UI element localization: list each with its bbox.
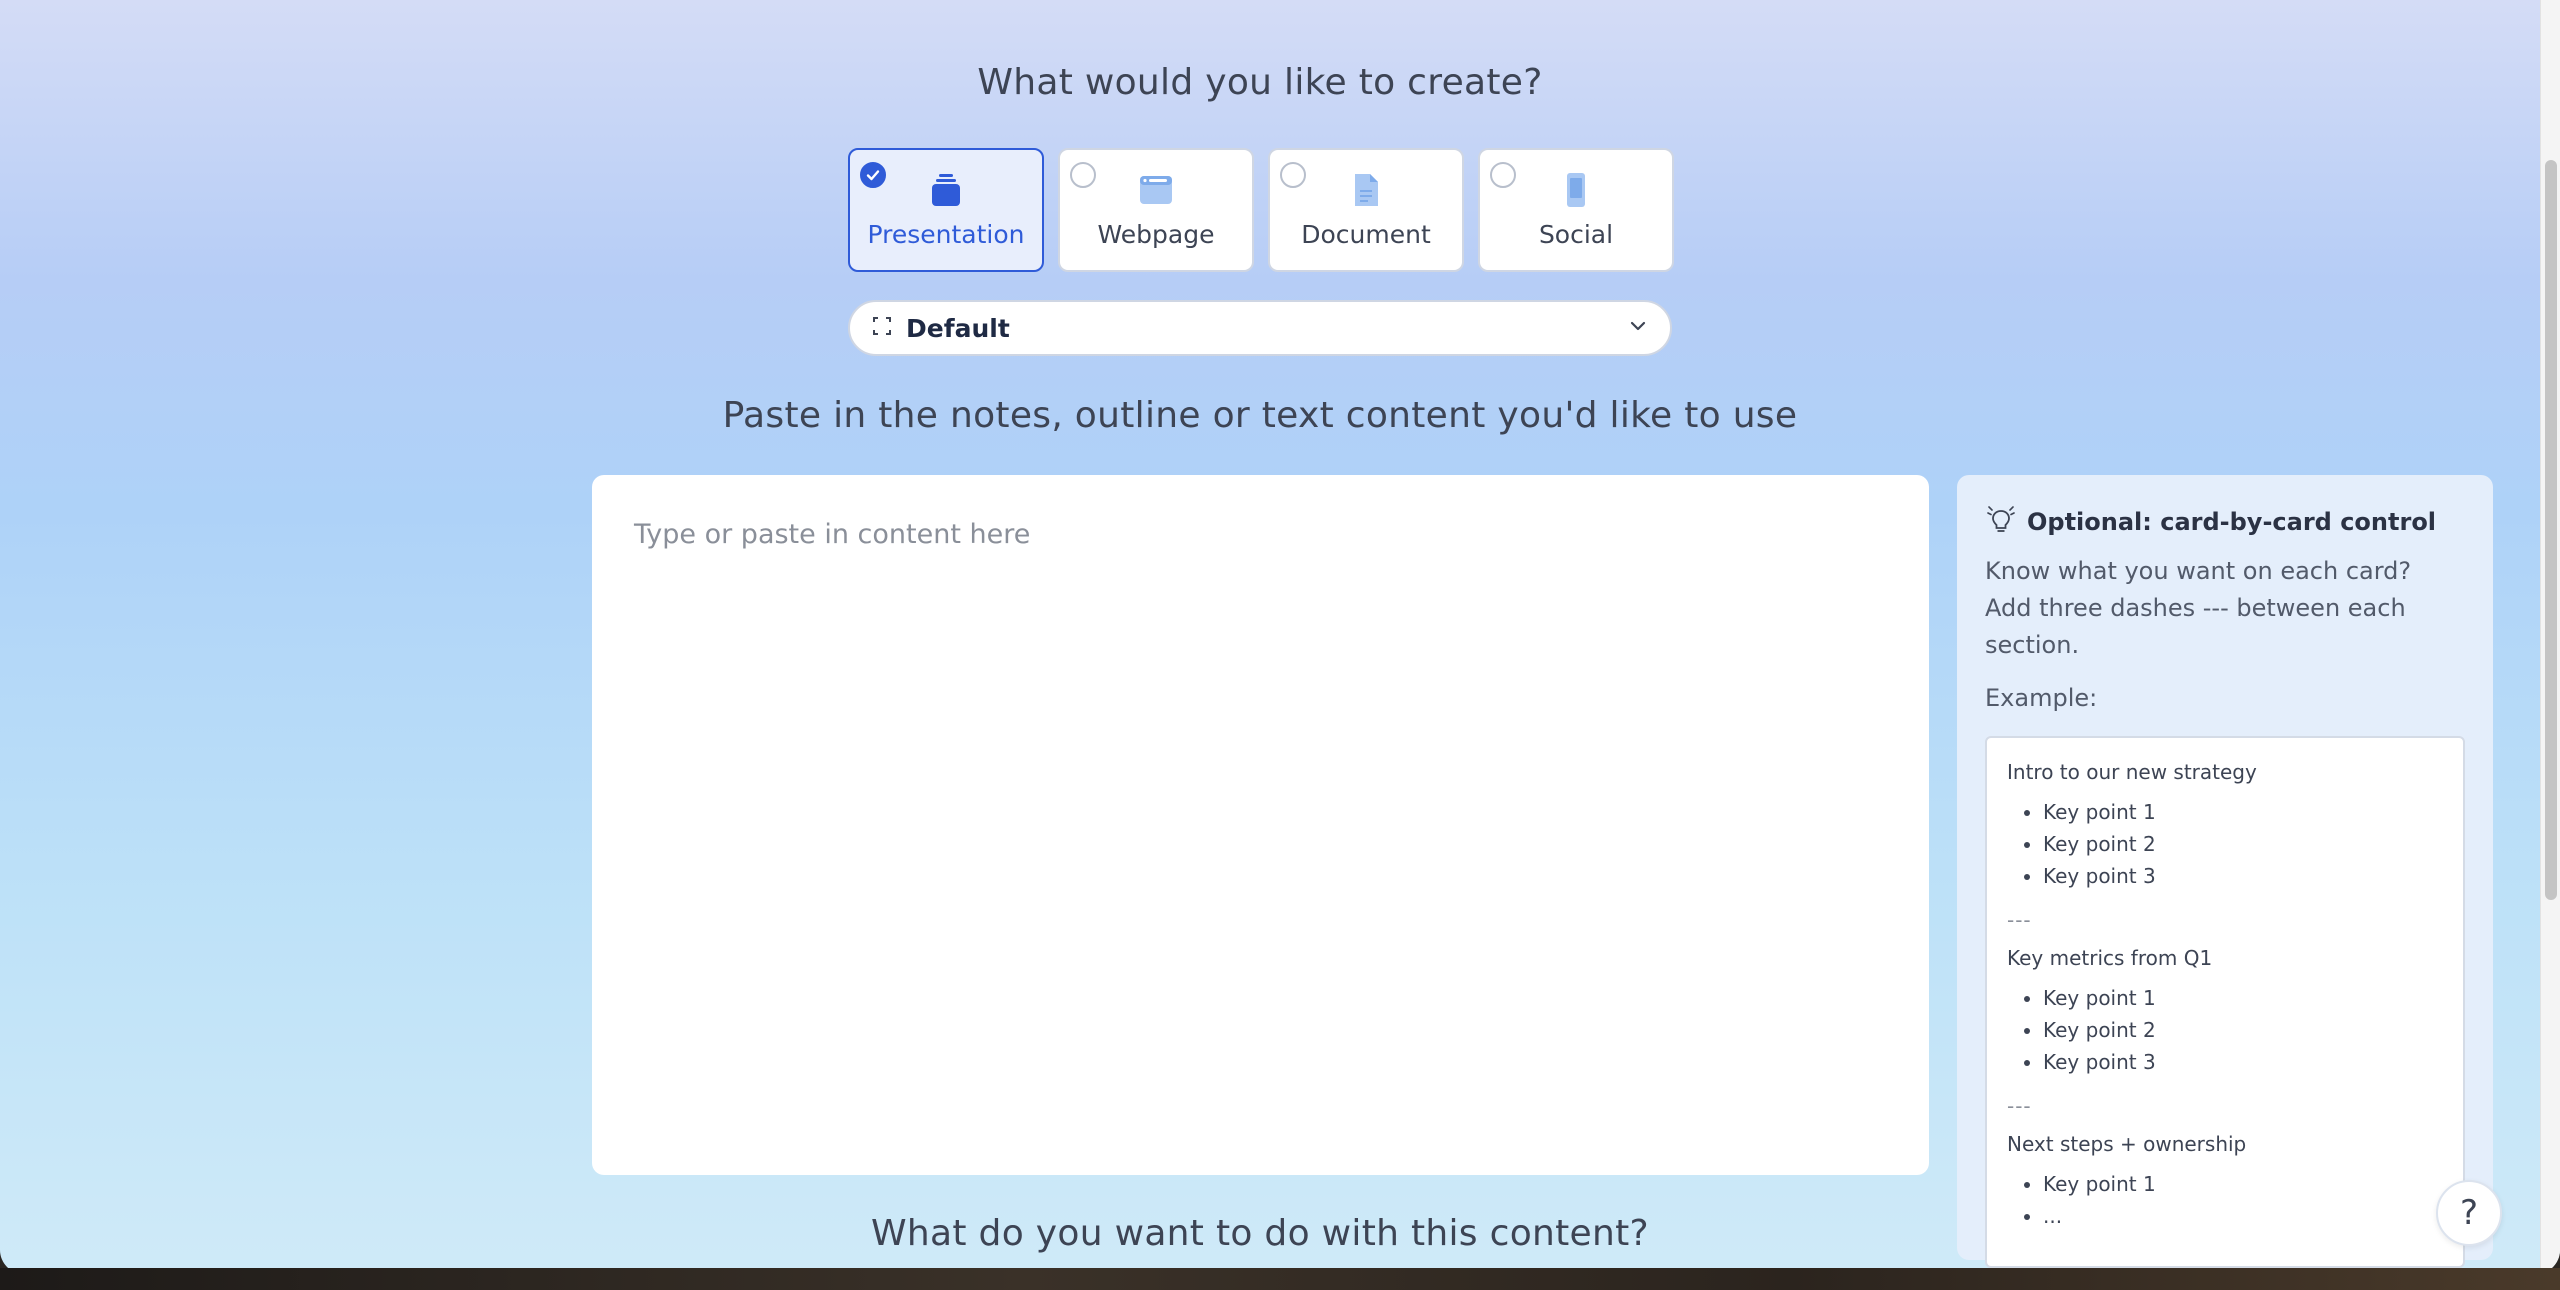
scrollbar-thumb[interactable] [2545, 160, 2557, 900]
tip-title: Optional: card-by-card control [2027, 508, 2437, 536]
next-section-title: What do you want to do with this content… [871, 1213, 1649, 1254]
example-separator: --- [2007, 908, 2032, 932]
desktop-background [0, 1268, 2560, 1290]
radio-unchecked-icon[interactable] [1280, 162, 1306, 188]
stack-cards-icon [926, 170, 966, 210]
example-section-title: Next steps + ownership [2007, 1132, 2247, 1156]
radio-unchecked-icon[interactable] [1070, 162, 1096, 188]
aspect-ratio-icon [872, 316, 892, 340]
app-window: What would you like to create? Presentat… [0, 0, 2560, 1274]
type-label: Presentation [867, 220, 1025, 249]
type-label: Webpage [1097, 220, 1215, 249]
list-item: Key point 1 [2043, 1168, 2443, 1200]
type-label: Document [1301, 220, 1431, 249]
page-title: What would you like to create? [977, 62, 1543, 103]
lightbulb-icon [1985, 505, 2017, 539]
radio-checked-icon[interactable] [860, 162, 886, 188]
document-icon [1346, 170, 1386, 210]
card-control-tip-panel: Optional: card-by-card control Know what… [1957, 475, 2493, 1268]
type-label: Social [1538, 220, 1614, 249]
example-label: Example: [1985, 684, 2098, 712]
content-editor [592, 475, 1929, 1175]
dropdown-value: Default [906, 313, 1010, 343]
list-item: Key point 3 [2043, 860, 2443, 892]
scrollbar[interactable] [2540, 0, 2560, 1274]
example-section-title: Key metrics from Q1 [2007, 946, 2213, 970]
radio-unchecked-icon[interactable] [1490, 162, 1516, 188]
tip-header: Optional: card-by-card control [1985, 505, 2465, 539]
example-separator: --- [2007, 1094, 2032, 1118]
type-card-document[interactable]: Document [1268, 148, 1464, 272]
example-section-title: Intro to our new strategy [2007, 760, 2257, 784]
phone-icon [1556, 170, 1596, 210]
content-section-title: Paste in the notes, outline or text cont… [722, 395, 1798, 436]
chevron-down-icon [1628, 316, 1648, 340]
list-item: Key point 3 [2043, 1046, 2443, 1078]
content-type-selector: Presentation Webpage Document Social [848, 148, 1674, 272]
list-item: Key point 2 [2043, 1014, 2443, 1046]
example-points: Key point 1 Key point 2 Key point 3 [2007, 982, 2443, 1078]
list-item: Key point 1 [2043, 982, 2443, 1014]
type-card-social[interactable]: Social [1478, 148, 1674, 272]
example-box: Intro to our new strategy Key point 1 Ke… [1985, 736, 2465, 1268]
browser-window-icon [1136, 170, 1176, 210]
type-card-presentation[interactable]: Presentation [848, 148, 1044, 272]
help-button[interactable]: ? [2436, 1180, 2502, 1246]
content-input[interactable] [592, 475, 1929, 1175]
list-item: Key point 1 [2043, 796, 2443, 828]
type-card-webpage[interactable]: Webpage [1058, 148, 1254, 272]
card-format-dropdown[interactable]: Default [848, 300, 1672, 356]
list-item: Key point 2 [2043, 828, 2443, 860]
example-points: Key point 1 Key point 2 Key point 3 [2007, 796, 2443, 892]
tip-description: Know what you want on each card? Add thr… [1985, 557, 2412, 659]
